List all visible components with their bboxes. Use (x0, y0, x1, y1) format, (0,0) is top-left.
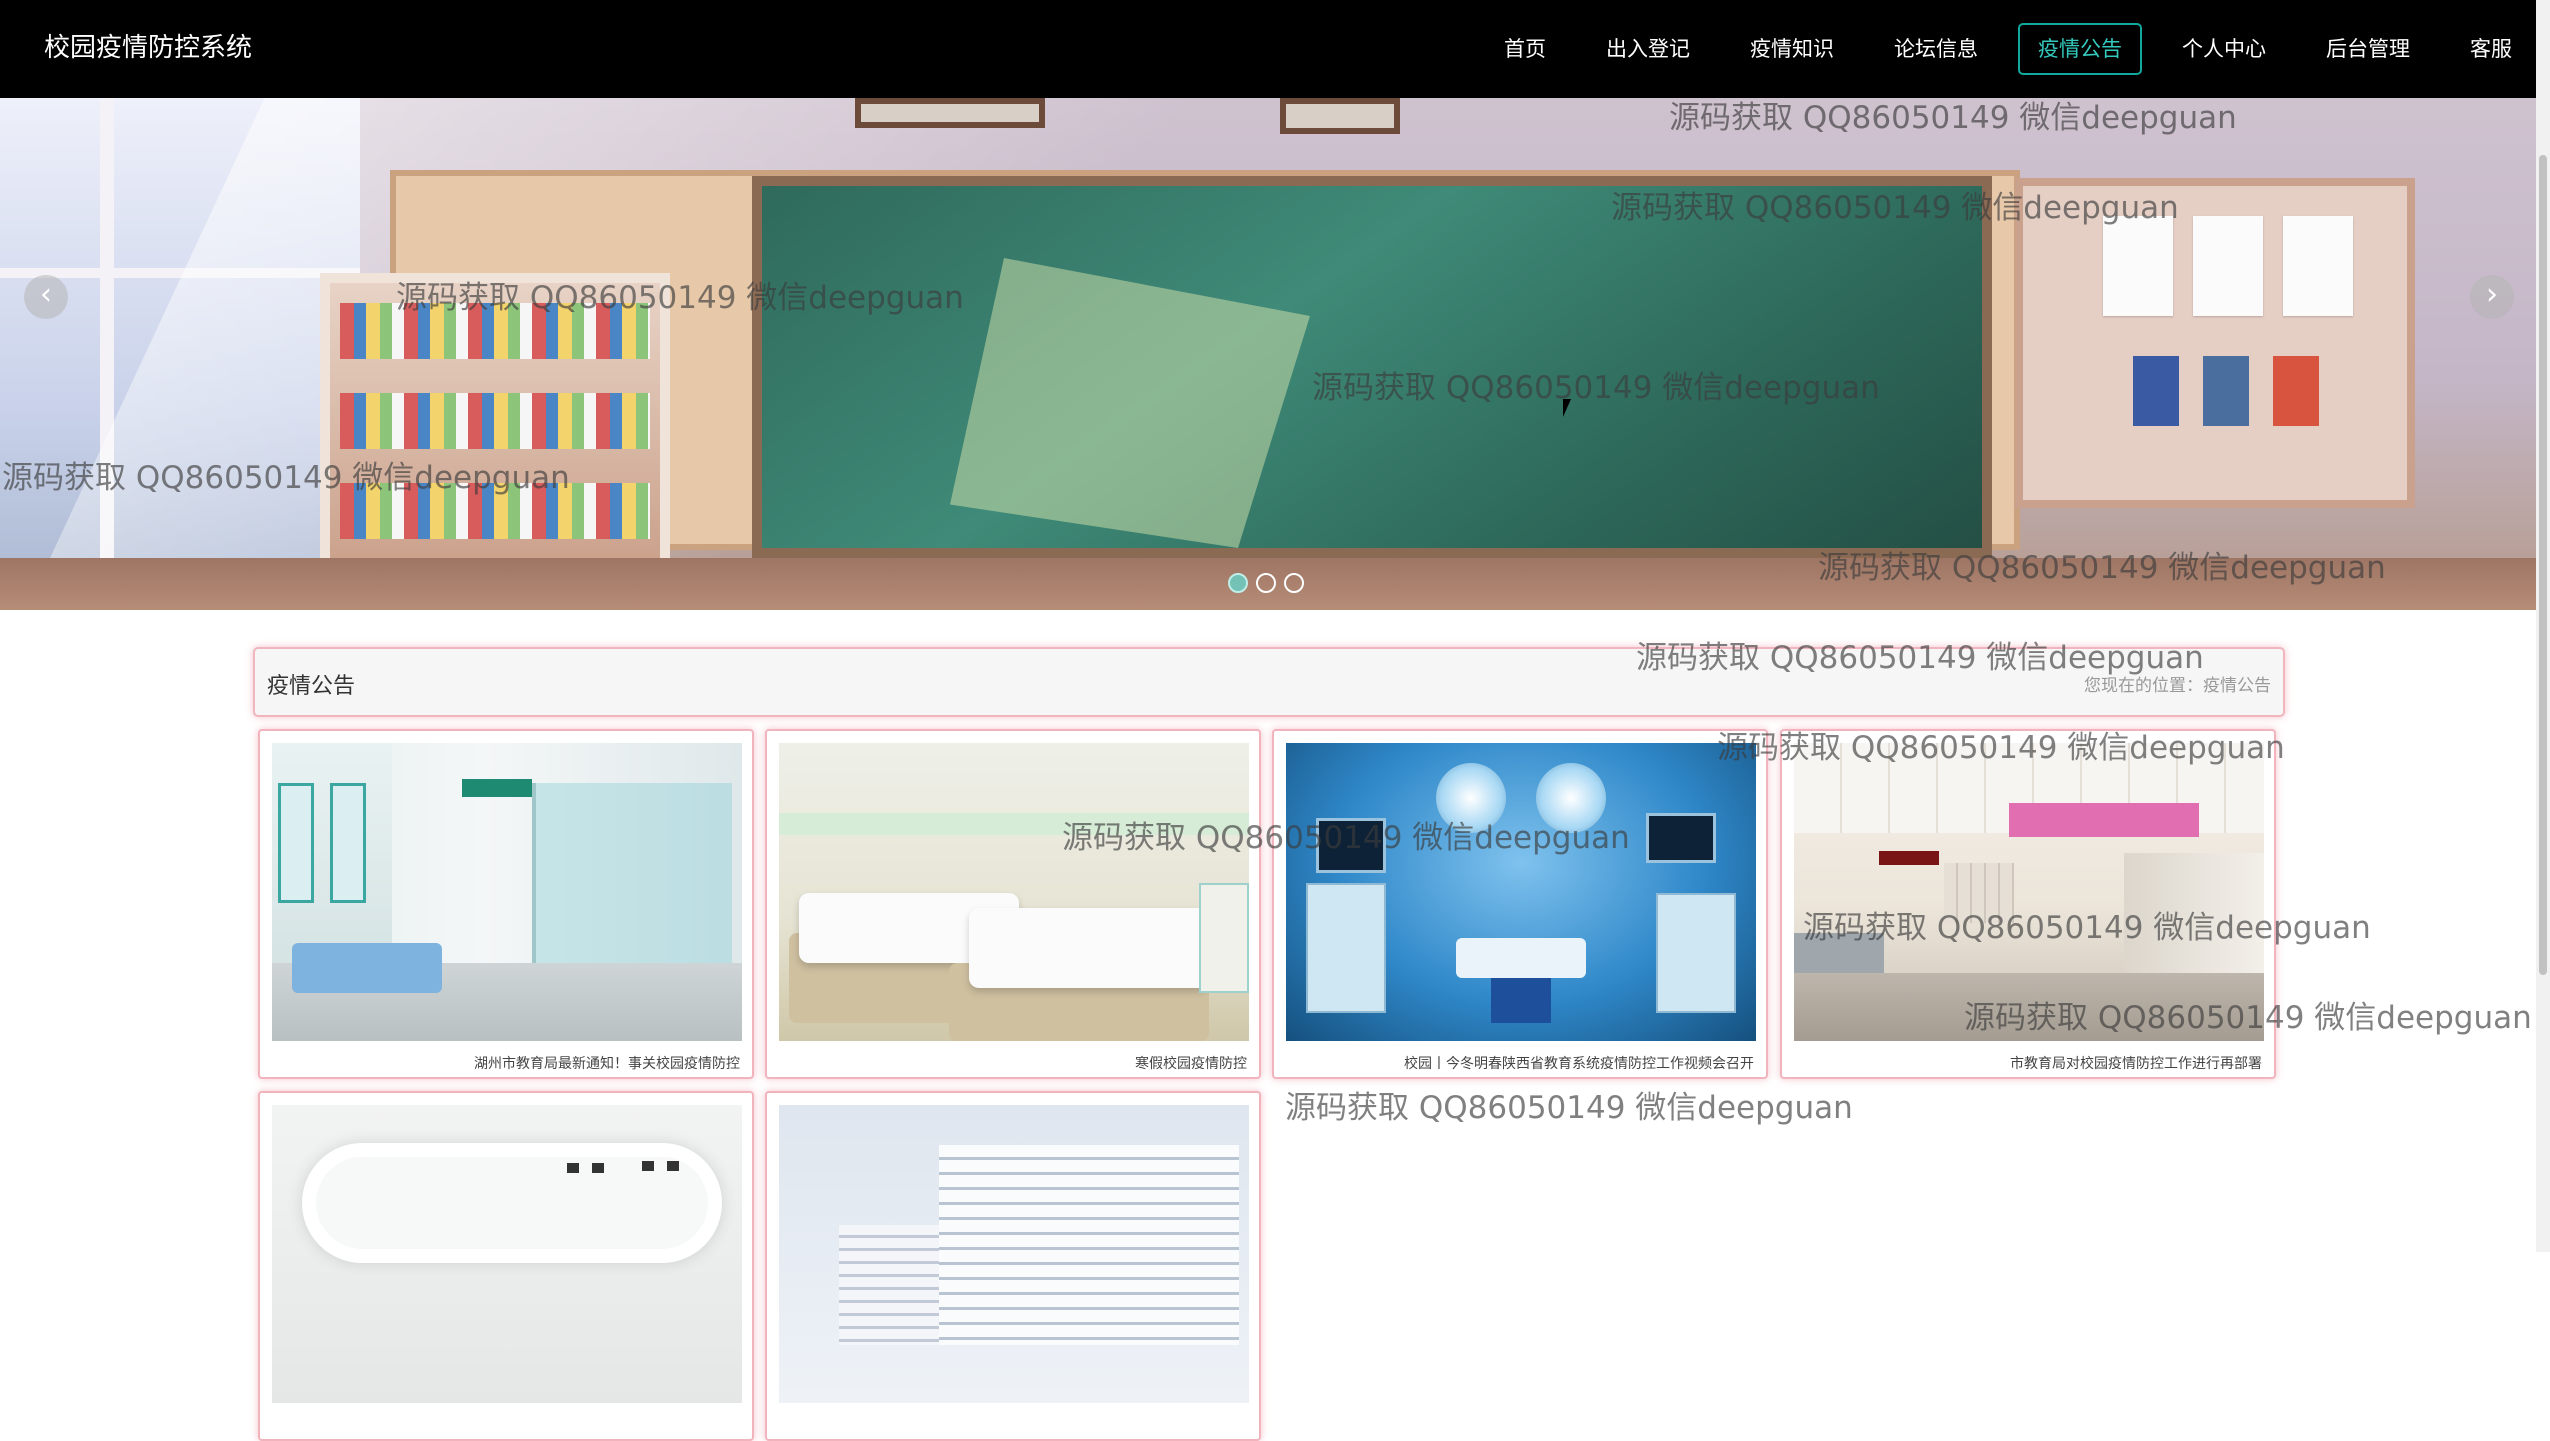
carousel-dot-1[interactable] (1228, 573, 1248, 593)
carousel-dot-3[interactable] (1284, 573, 1304, 593)
site-title[interactable]: 校园疫情防控系统 (44, 30, 252, 66)
announcement-card[interactable]: 校园丨今冬明春陕西省教育系统疫情防控工作视频会召开 (1272, 729, 1768, 1079)
nav-item-personal-center[interactable]: 个人中心 (2162, 23, 2286, 75)
mouse-cursor-icon (1563, 399, 1579, 417)
top-navigation-bar: 校园疫情防控系统 首页 出入登记 疫情知识 论坛信息 疫情公告 个人中心 后台管… (0, 0, 2550, 98)
card-image-hospital-corridor[interactable] (272, 743, 742, 1041)
card-image-hospital-building[interactable] (779, 1105, 1249, 1403)
scrollbar-thumb[interactable] (2539, 155, 2547, 975)
announcement-card[interactable] (765, 1091, 1261, 1441)
nav-item-forum[interactable]: 论坛信息 (1874, 23, 1998, 75)
card-caption[interactable]: 寒假校园疫情防控 (1135, 1053, 1247, 1073)
card-caption[interactable]: 校园丨今冬明春陕西省教育系统疫情防控工作视频会召开 (1404, 1053, 1754, 1073)
nav-item-announcements[interactable]: 疫情公告 (2018, 23, 2142, 75)
chevron-left-icon: ‹ (40, 277, 52, 312)
nav-item-home[interactable]: 首页 (1484, 23, 1566, 75)
carousel-next-button[interactable]: › (2470, 275, 2514, 319)
carousel-dot-2[interactable] (1256, 573, 1276, 593)
carousel-indicators (1228, 573, 1312, 593)
page-scrollbar[interactable] (2536, 0, 2550, 1252)
banner-carousel: ‹ › (0, 98, 2538, 610)
card-image-hospital-beds[interactable] (779, 743, 1249, 1041)
card-caption[interactable]: 湖州市教育局最新通知！事关校园疫情防控 (474, 1053, 740, 1073)
nav-item-access-registration[interactable]: 出入登记 (1586, 23, 1710, 75)
breadcrumb: 您现在的位置：疫情公告 (2084, 676, 2271, 696)
announcement-card[interactable]: 寒假校园疫情防控 (765, 729, 1261, 1079)
nav-item-epidemic-knowledge[interactable]: 疫情知识 (1730, 23, 1854, 75)
banner-blackboard (752, 176, 1992, 558)
chevron-right-icon: › (2486, 277, 2498, 312)
announcement-card[interactable]: 市教育局对校园疫情防控工作进行再部署 (1780, 729, 2276, 1079)
main-nav: 首页 出入登记 疫情知识 论坛信息 疫情公告 个人中心 后台管理 客服 (1464, 0, 2550, 98)
card-caption[interactable]: 市教育局对校园疫情防控工作进行再部署 (2010, 1053, 2262, 1073)
banner-bulletin-board (2015, 178, 2415, 508)
nav-item-admin[interactable]: 后台管理 (2306, 23, 2430, 75)
card-image-operating-room[interactable] (1286, 743, 1756, 1041)
carousel-prev-button[interactable]: ‹ (24, 275, 68, 319)
announcement-card[interactable] (258, 1091, 754, 1441)
section-title: 疫情公告 (267, 674, 356, 699)
section-header: 疫情公告 您现在的位置：疫情公告 (253, 647, 2285, 717)
card-image-ceiling-light[interactable] (272, 1105, 742, 1403)
announcement-card[interactable]: 湖州市教育局最新通知！事关校园疫情防控 (258, 729, 754, 1079)
card-image-hospital-hallway[interactable] (1794, 743, 2264, 1041)
nav-item-customer-service[interactable]: 客服 (2450, 23, 2532, 75)
watermark-text: 源码获取 QQ86050149 微信deepguan (1285, 1090, 1853, 1126)
